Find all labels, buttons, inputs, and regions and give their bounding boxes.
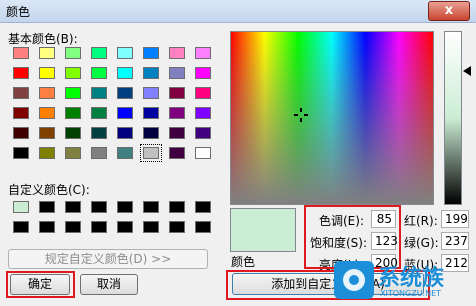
basic-color-swatch[interactable] — [39, 127, 55, 139]
basic-color-swatch[interactable] — [117, 87, 133, 99]
green-field[interactable]: 237 — [441, 232, 469, 250]
basic-color-swatch[interactable] — [91, 107, 107, 119]
custom-color-swatch[interactable] — [39, 201, 55, 213]
basic-color-swatch[interactable] — [195, 107, 211, 119]
custom-color-swatch[interactable] — [143, 221, 159, 233]
custom-color-swatch[interactable] — [65, 201, 81, 213]
close-icon: x — [444, 3, 454, 18]
custom-color-swatch[interactable] — [13, 221, 29, 233]
custom-color-swatch[interactable] — [143, 201, 159, 213]
basic-color-swatch[interactable] — [39, 47, 55, 59]
watermark-text: 系统族 — [378, 266, 445, 291]
basic-color-swatch[interactable] — [65, 107, 81, 119]
basic-color-swatch[interactable] — [195, 147, 211, 159]
basic-color-swatch[interactable] — [65, 47, 81, 59]
basic-color-swatch[interactable] — [65, 87, 81, 99]
define-custom-colors-label: 规定自定义颜色(D) >> — [44, 252, 172, 266]
basic-color-swatch[interactable] — [143, 67, 159, 79]
custom-color-swatch[interactable] — [65, 221, 81, 233]
basic-color-swatch[interactable] — [39, 87, 55, 99]
basic-color-swatch[interactable] — [117, 127, 133, 139]
color-solid-label: 颜色 — [231, 255, 256, 269]
color-spectrum[interactable] — [230, 31, 434, 205]
basic-color-swatch[interactable] — [195, 47, 211, 59]
close-button[interactable]: x — [428, 1, 470, 21]
dialog-title: 颜色 — [6, 5, 31, 19]
basic-color-swatch[interactable] — [39, 107, 55, 119]
crosshair-icon — [294, 108, 308, 122]
basic-color-swatch[interactable] — [195, 127, 211, 139]
basic-color-swatch[interactable] — [91, 47, 107, 59]
basic-color-swatch[interactable] — [13, 127, 29, 139]
basic-color-swatch[interactable] — [117, 47, 133, 59]
basic-color-swatch[interactable] — [169, 47, 185, 59]
basic-color-swatch[interactable] — [39, 67, 55, 79]
custom-colors-label: 自定义颜色(C): — [8, 183, 90, 197]
define-custom-colors-button[interactable]: 规定自定义颜色(D) >> — [8, 249, 208, 269]
custom-color-swatch[interactable] — [91, 201, 107, 213]
basic-color-swatch[interactable] — [13, 107, 29, 119]
green-label: 绿(G): — [404, 236, 439, 250]
ok-highlight — [6, 271, 75, 298]
basic-color-swatch[interactable] — [117, 67, 133, 79]
basic-color-swatch[interactable] — [169, 147, 185, 159]
basic-color-swatch[interactable] — [143, 127, 159, 139]
custom-color-swatch[interactable] — [169, 201, 185, 213]
basic-color-swatch[interactable] — [195, 67, 211, 79]
luminosity-slider-arrow-icon[interactable] — [463, 66, 471, 76]
basic-color-swatch[interactable] — [91, 127, 107, 139]
basic-color-swatch[interactable] — [39, 147, 55, 159]
basic-color-swatch[interactable] — [65, 147, 81, 159]
basic-color-swatch[interactable] — [169, 127, 185, 139]
basic-color-swatch[interactable] — [169, 107, 185, 119]
custom-color-swatch[interactable] — [117, 221, 133, 233]
basic-color-swatch[interactable] — [13, 87, 29, 99]
basic-color-swatch[interactable] — [91, 67, 107, 79]
custom-color-swatch[interactable] — [91, 221, 107, 233]
color-preview — [230, 208, 296, 252]
basic-color-swatch[interactable] — [143, 87, 159, 99]
basic-color-swatch[interactable] — [143, 107, 159, 119]
basic-color-swatch[interactable] — [195, 87, 211, 99]
custom-color-swatch[interactable] — [39, 221, 55, 233]
watermark-logo: 系统族 XITONGZU.NET — [332, 258, 476, 303]
red-label: 红(R): — [404, 214, 438, 228]
custom-color-swatch[interactable] — [195, 201, 211, 213]
cancel-label: 取消 — [96, 277, 121, 291]
basic-color-swatch[interactable] — [91, 147, 107, 159]
custom-color-swatch[interactable] — [13, 201, 29, 213]
basic-color-swatch[interactable] — [13, 47, 29, 59]
basic-color-swatch[interactable] — [169, 67, 185, 79]
basic-color-swatch[interactable] — [169, 87, 185, 99]
basic-color-swatch[interactable] — [13, 67, 29, 79]
basic-color-swatch[interactable] — [65, 127, 81, 139]
basic-color-swatch[interactable] — [117, 147, 133, 159]
watermark-url: XITONGZU.NET — [380, 289, 442, 298]
basic-color-swatch[interactable] — [65, 67, 81, 79]
red-field[interactable]: 199 — [441, 210, 469, 228]
custom-color-swatch[interactable] — [195, 221, 211, 233]
cancel-button[interactable]: 取消 — [80, 274, 138, 295]
title-bar: 颜色 x — [0, 0, 476, 23]
basic-colors-label: 基本颜色(B): — [8, 32, 78, 46]
luminosity-bar[interactable] — [444, 31, 462, 205]
basic-color-swatch[interactable] — [140, 144, 162, 162]
basic-color-swatch[interactable] — [91, 87, 107, 99]
basic-color-swatch[interactable] — [117, 107, 133, 119]
custom-color-swatch[interactable] — [117, 201, 133, 213]
custom-color-swatch[interactable] — [169, 221, 185, 233]
basic-color-swatch[interactable] — [13, 147, 29, 159]
basic-color-swatch[interactable] — [143, 47, 159, 59]
